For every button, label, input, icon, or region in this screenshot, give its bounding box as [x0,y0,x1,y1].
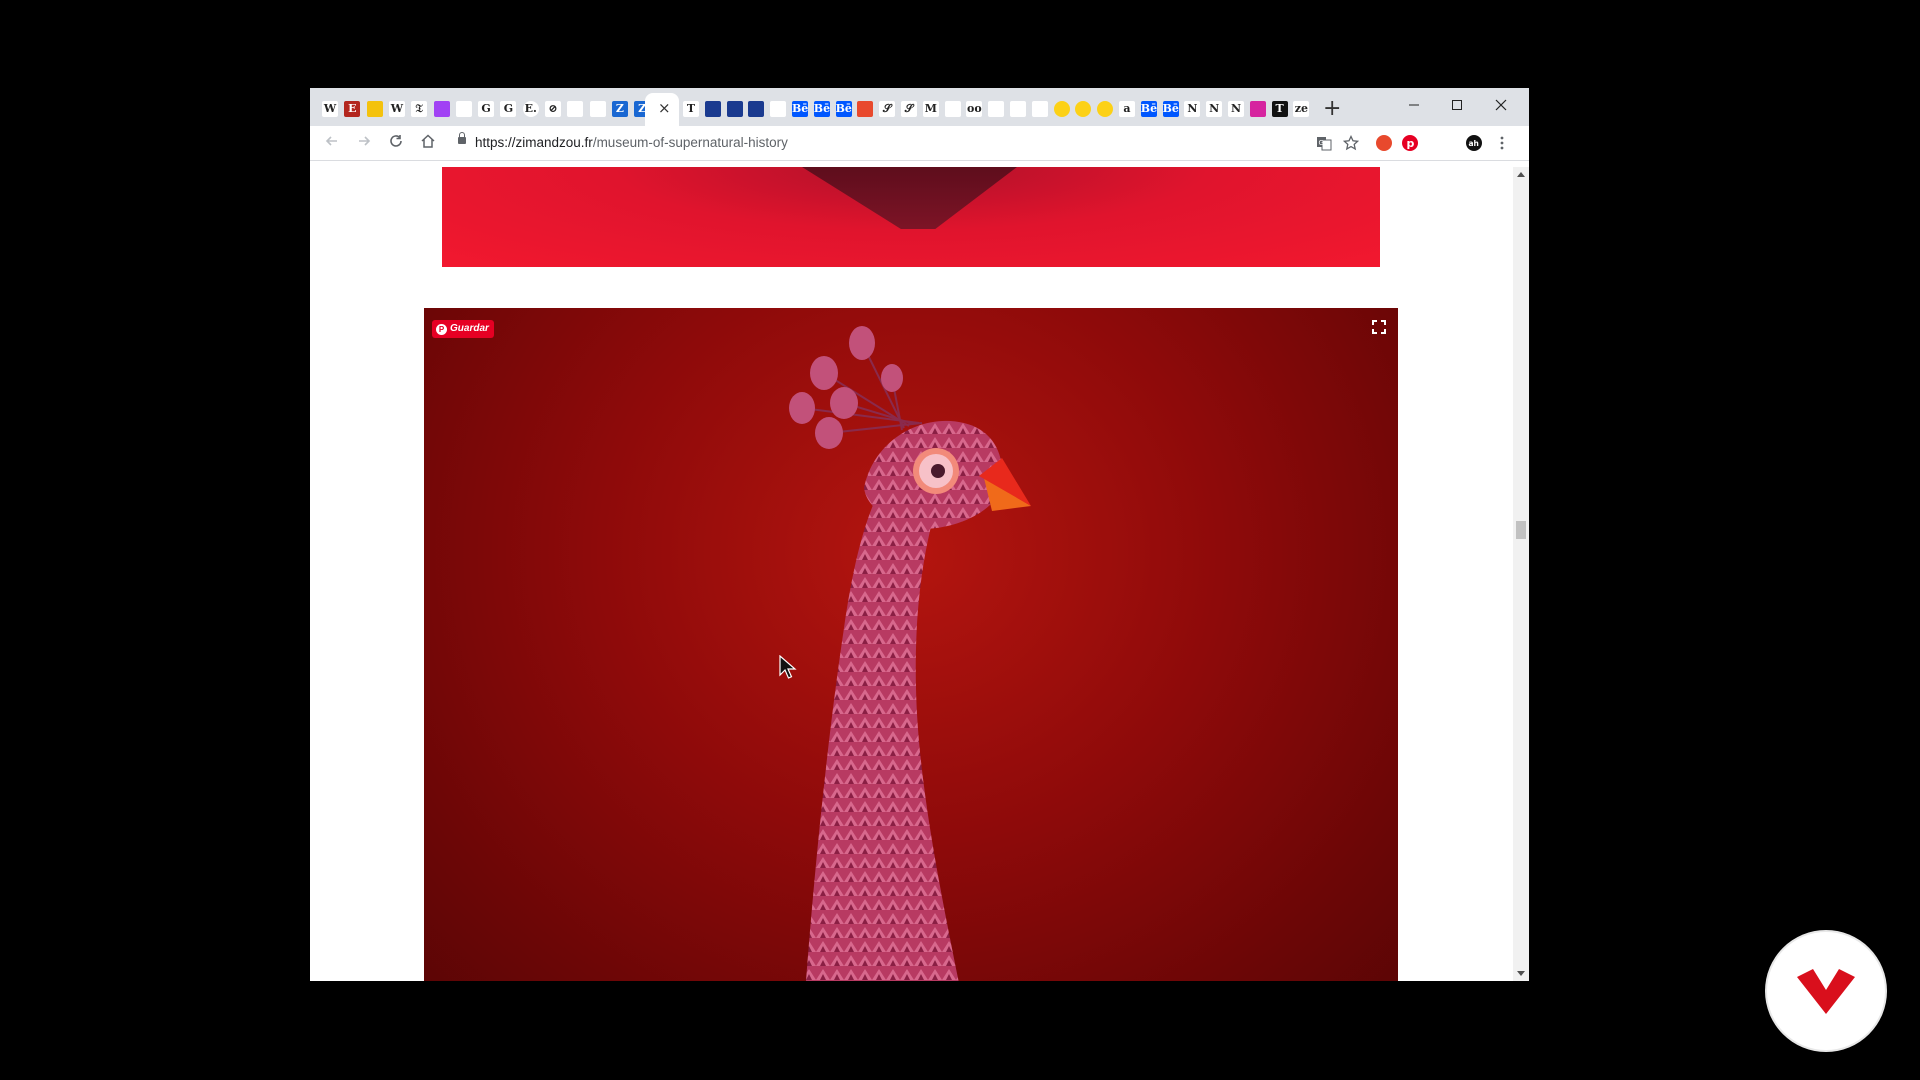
tab-white-square-icon[interactable] [770,101,787,117]
tab-doc-icon[interactable] [589,101,606,117]
gallery-image-previous [442,167,1380,267]
channel-logo [1767,932,1885,1050]
close-icon [1495,99,1507,111]
browser-toolbar: https://zimandzou.fr/museum-of-supernatu… [310,126,1529,161]
tab-blue-square-icon[interactable] [748,101,765,117]
browser-window: W E W 𝔗 G G E. ⊘ Z Z × T Bē Bē Bē 𝒮 𝒮 Moo a Bē Bē N N N Tze + [310,88,1529,981]
tab-lips-icon[interactable] [857,101,874,117]
close-window-button[interactable] [1486,92,1516,116]
tab-t-bold-icon[interactable]: T [683,101,699,117]
url-text[interactable]: https://zimandzou.fr/museum-of-supernatu… [475,135,788,150]
reload-button[interactable] [388,133,404,153]
tab-behance-icon[interactable]: Bē [1140,101,1157,117]
tab-e-dot-icon[interactable]: E. [522,101,539,117]
tab-a-bold-icon[interactable]: a [1119,101,1135,117]
v-logo-icon [1797,969,1855,1014]
profile-avatar[interactable]: ah [1466,135,1482,151]
tab-wikipedia-icon[interactable]: W [322,101,338,117]
tab-e-red-icon[interactable]: E [344,101,361,117]
tab-script-icon[interactable]: 𝒮 [901,101,917,117]
tab-n-icon[interactable]: N [1206,101,1223,117]
forward-button[interactable] [356,133,372,153]
lock-icon [458,132,466,144]
tab-wikipedia-icon[interactable]: W [388,101,405,117]
tab-blue-square-icon[interactable] [704,101,721,117]
mouse-cursor-icon [779,655,797,679]
tab-yellow-box-icon[interactable] [366,101,383,117]
arrow-right-icon [359,136,371,146]
page-content: P Guardar [310,167,1513,981]
paper-bird-illustration [789,326,1031,981]
tab-google-icon[interactable]: G [500,101,517,117]
tab-yellow-dot-icon[interactable] [1053,101,1070,117]
tab-glasses-icon[interactable]: oo [966,101,983,117]
tab-doc-icon[interactable] [944,101,961,117]
scroll-down-arrow-icon[interactable] [1517,971,1525,976]
maximize-button[interactable] [1442,92,1472,116]
scrollbar-thumb[interactable] [1516,521,1526,539]
url-path: /museum-of-supernatural-history [592,135,788,150]
minimize-button[interactable] [1399,92,1429,116]
tab-zeen-icon[interactable]: ze [1293,101,1310,117]
tab-circle-slash-icon[interactable]: ⊘ [545,101,561,117]
tab-n-icon[interactable]: N [1228,101,1244,117]
pinterest-extension-icon[interactable]: p [1402,135,1418,151]
extension-icon[interactable] [1376,135,1392,151]
tab-m-icon[interactable]: M [922,101,939,117]
tab-doc-icon[interactable] [567,101,584,117]
tab-behance-icon[interactable]: Bē [813,101,830,117]
url-host: https://zimandzou.fr [475,135,593,150]
page-scrollbar[interactable] [1513,167,1529,981]
maximize-icon [1452,100,1462,110]
svg-text:p: p [1407,137,1415,150]
home-icon [421,134,435,148]
tab-n-icon[interactable]: N [1184,101,1201,117]
bookmark-star-icon[interactable] [1342,134,1360,151]
tab-behance-icon[interactable]: Bē [835,101,852,117]
pin-button-label: Guardar [450,323,489,334]
box-shape [802,167,1017,229]
tab-yellow-dot-icon[interactable] [1097,101,1114,117]
address-bar[interactable]: https://zimandzou.fr/museum-of-supernatu… [450,130,1340,155]
svg-text:ah: ah [1469,139,1479,148]
pinterest-icon: P [436,323,447,335]
reload-icon [390,135,402,147]
tab-blue-square-icon[interactable] [726,101,743,117]
tab-strip: W E W 𝔗 G G E. ⊘ Z Z × T Bē Bē Bē 𝒮 𝒮 Moo a Bē Bē N N N Tze + [310,88,1529,126]
scroll-up-arrow-icon[interactable] [1517,172,1525,177]
tab-yellow-dot-icon[interactable] [1075,101,1092,117]
fullscreen-icon[interactable] [1372,320,1386,334]
new-tab-button[interactable]: + [1323,96,1341,121]
gallery-image-bird[interactable]: P Guardar [424,308,1398,981]
tab-instagram-icon[interactable] [1249,101,1266,117]
tab-script-icon[interactable]: 𝒮 [879,101,896,117]
svg-text:G: G [1319,139,1324,147]
tab-doc-icon[interactable] [1010,101,1026,117]
home-button[interactable] [420,133,436,153]
tab-doc-icon[interactable] [455,101,472,117]
arrow-left-icon [325,136,337,146]
tab-nyt-icon[interactable]: 𝔗 [411,101,428,117]
pinterest-save-button[interactable]: P Guardar [432,320,494,338]
back-button[interactable] [324,133,340,153]
tab-behance-icon[interactable]: Bē [792,101,808,117]
tab-doc-icon[interactable] [988,101,1005,117]
tab-z-blue-icon[interactable]: Z [611,101,628,117]
tab-t-black-icon[interactable]: T [1271,101,1288,117]
tab-purple-icon[interactable] [433,101,450,117]
minimize-icon [1409,104,1419,106]
close-tab-icon[interactable]: × [658,99,671,117]
tab-google-icon[interactable]: G [478,101,495,117]
menu-kebab-icon[interactable] [1494,135,1510,151]
tab-behance-icon[interactable]: Bē [1162,101,1179,117]
translate-icon[interactable]: G [1316,135,1332,151]
tab-doc-icon[interactable] [1031,101,1048,117]
